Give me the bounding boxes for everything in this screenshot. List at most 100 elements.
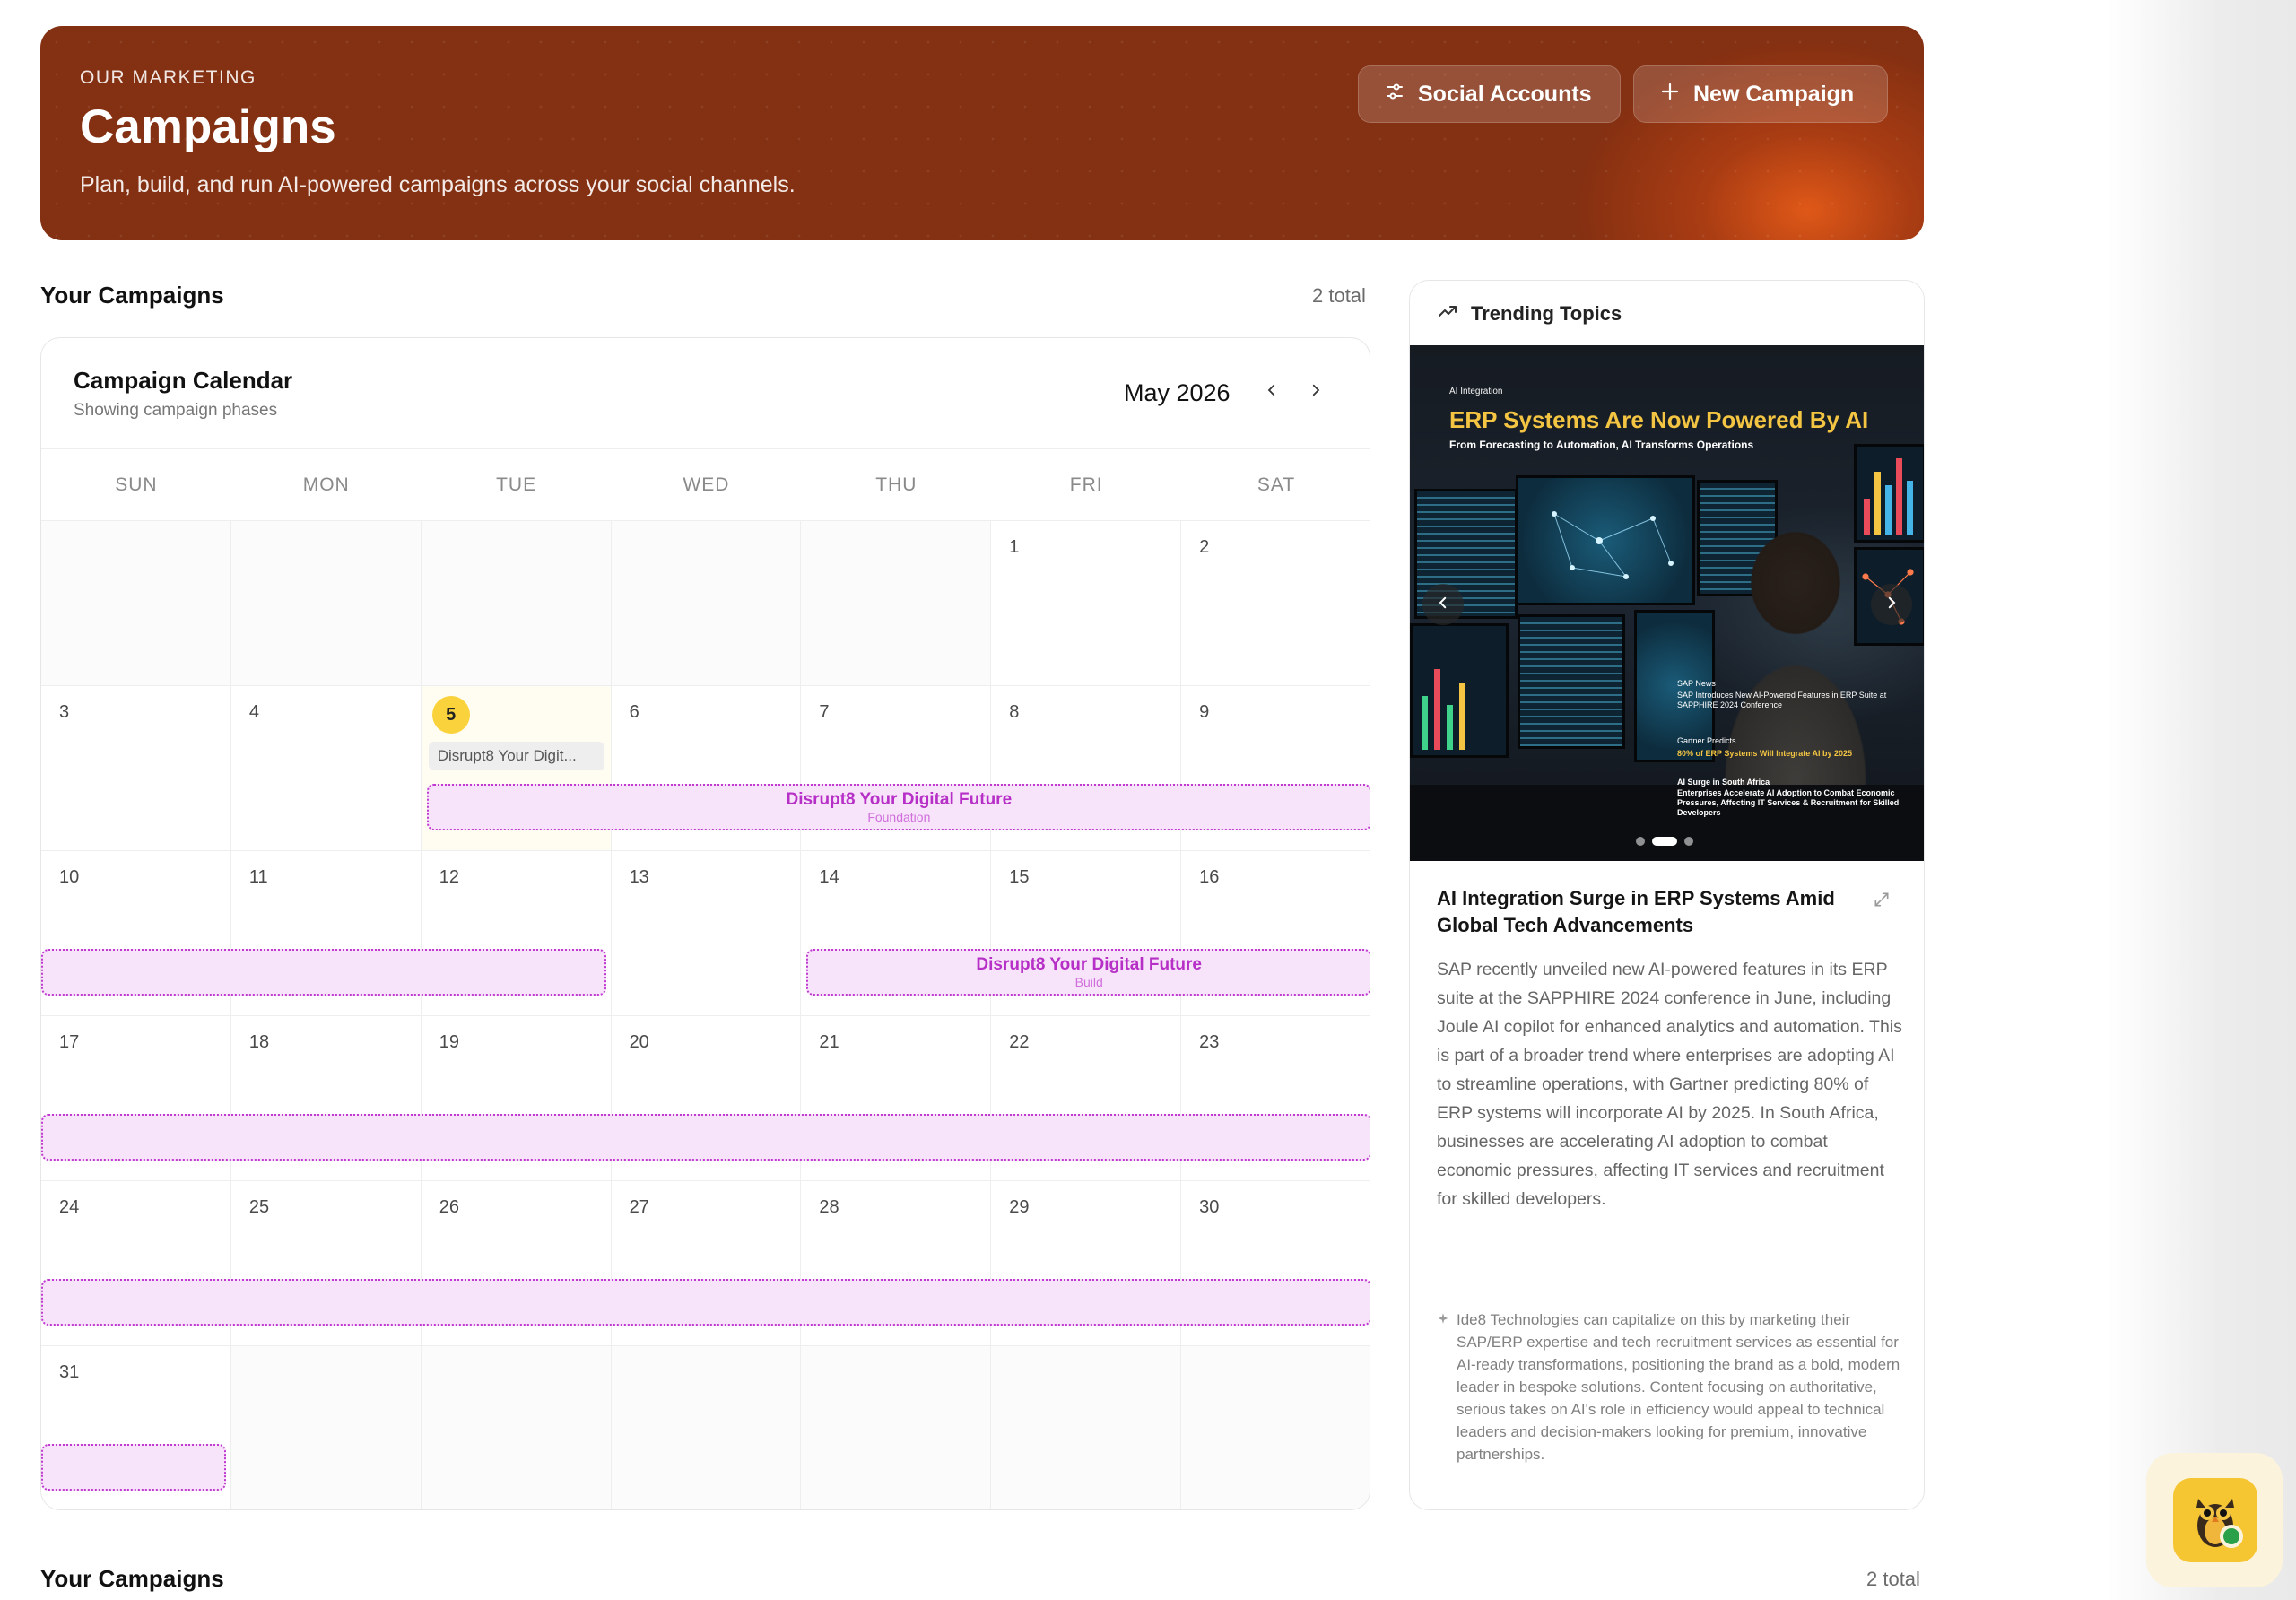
weekday-label: THU [875, 474, 918, 495]
calendar-empty-cell [991, 1346, 1182, 1509]
trending-topics-card: Trending Topics AI Integration ERP Syste… [1409, 280, 1925, 1510]
hero-eyebrow: OUR MARKETING [80, 67, 257, 88]
previous-month-button[interactable] [1257, 378, 1286, 406]
carousel-dot[interactable] [1684, 837, 1693, 846]
day-number: 30 [1199, 1197, 1220, 1217]
carousel-dot[interactable] [1636, 837, 1645, 846]
day-number: 29 [1009, 1197, 1030, 1217]
image-caption-label: SAP News [1677, 679, 1716, 688]
your-campaigns-heading: Your Campaigns [40, 282, 224, 309]
calendar-title: Campaign Calendar [74, 367, 293, 394]
calendar-month: May 2026 [1124, 379, 1231, 406]
calendar-empty-cell [41, 521, 231, 686]
trend-image-carousel[interactable]: AI Integration ERP Systems Are Now Power… [1410, 345, 1924, 861]
day-number: 7 [819, 702, 830, 722]
day-number: 10 [59, 867, 80, 887]
assistant-button[interactable] [2173, 1478, 2257, 1562]
weekday-label: SUN [115, 474, 158, 495]
trending-up-icon [1437, 300, 1458, 326]
weekday-label: TUE [496, 474, 537, 495]
image-caption-label: Gartner Predicts [1677, 736, 1736, 745]
weekday-label: FRI [1069, 474, 1103, 495]
day-number: 6 [629, 702, 639, 722]
day-number: 1 [1009, 537, 1020, 557]
expand-button[interactable] [1873, 891, 1891, 913]
calendar-empty-cell [421, 521, 612, 686]
calendar-grid: 1 2 3 4 5 Disrupt8 Your Digit... 6 7 8 9 10 11 12 13 1… [41, 521, 1370, 1509]
your-campaigns-heading-bottom: Your Campaigns [40, 1565, 224, 1592]
campaign-phase-bar[interactable] [41, 1279, 1370, 1326]
day-number: 24 [59, 1197, 80, 1217]
today-badge: 5 [431, 696, 470, 734]
carousel-dot[interactable] [1652, 837, 1677, 846]
plus-icon [1659, 81, 1681, 109]
weekday-label: SAT [1257, 474, 1296, 495]
day-number: 3 [59, 702, 70, 722]
weekday-label: WED [683, 474, 730, 495]
calendar-subtitle: Showing campaign phases [74, 401, 278, 420]
campaign-phase-bar[interactable]: Disrupt8 Your Digital Future Build [806, 949, 1370, 996]
campaign-phase-bar[interactable] [41, 1114, 1370, 1161]
image-caption-text: Enterprises Accelerate AI Adoption to Co… [1677, 788, 1900, 817]
day-number: 8 [1009, 702, 1020, 722]
trend-summary: SAP recently unveiled new AI-powered fea… [1437, 960, 1902, 1209]
campaign-phase-bar[interactable]: Disrupt8 Your Digital Future Foundation [426, 784, 1370, 830]
calendar-empty-cell [801, 1346, 992, 1509]
weekday-header: SUN MON TUE WED THU FRI SAT [41, 449, 1370, 521]
day-number: 22 [1009, 1032, 1030, 1052]
chevron-left-icon [1435, 595, 1451, 615]
campaign-calendar: Campaign Calendar Showing campaign phase… [40, 337, 1370, 1510]
image-caption-text: 80% of ERP Systems Will Integrate AI by … [1677, 749, 1852, 758]
phase-campaign-name: Disrupt8 Your Digital Future [976, 955, 1202, 974]
calendar-day-cell[interactable]: 4 [230, 686, 422, 851]
phase-label: Foundation [867, 810, 931, 824]
phase-label: Build [1074, 975, 1103, 989]
calendar-header: Campaign Calendar Showing campaign phase… [41, 338, 1370, 449]
day-number: 11 [248, 867, 268, 887]
sliders-icon [1384, 81, 1405, 109]
assistant-widget[interactable] [2146, 1453, 2283, 1587]
sparkle-icon [1437, 1312, 1449, 1465]
day-number: 23 [1199, 1032, 1220, 1052]
image-caption-text: SAP Introduces New AI-Powered Features i… [1677, 691, 1887, 709]
trending-title: Trending Topics [1471, 301, 1622, 325]
calendar-empty-cell [230, 1346, 422, 1509]
image-subheadline: From Forecasting to Automation, AI Trans… [1449, 439, 1754, 451]
image-caption-label: AI Surge in South Africa [1677, 778, 1770, 787]
day-number: 19 [439, 1032, 459, 1052]
image-monitor [1518, 614, 1625, 749]
day-number: 13 [629, 867, 649, 887]
campaign-count: 2 total [1312, 284, 1366, 307]
calendar-empty-cell [421, 1346, 612, 1509]
campaigns-hero: OUR MARKETING Campaigns Plan, build, and… [40, 26, 1924, 240]
campaign-count-bottom: 2 total [1866, 1568, 1920, 1590]
day-number: 12 [439, 867, 459, 887]
page-gutter [2108, 0, 2296, 1600]
day-number: 16 [1199, 867, 1220, 887]
social-accounts-button[interactable]: Social Accounts [1358, 65, 1621, 123]
day-number: 27 [629, 1197, 649, 1217]
calendar-day-cell[interactable]: 3 [41, 686, 231, 851]
calendar-day-cell[interactable]: 2 [1181, 521, 1370, 686]
next-month-button[interactable] [1301, 378, 1330, 406]
day-number: 25 [248, 1197, 270, 1217]
carousel-prev-button[interactable] [1422, 584, 1464, 625]
calendar-empty-cell [230, 521, 422, 686]
calendar-day-cell[interactable]: 13 [611, 851, 802, 1016]
expand-icon [1873, 892, 1891, 912]
image-monitor [1516, 475, 1695, 605]
hero-subtitle: Plan, build, and run AI-powered campaign… [80, 172, 796, 197]
day-number: 17 [59, 1032, 80, 1052]
campaign-event-chip[interactable]: Disrupt8 Your Digit... [428, 742, 604, 770]
chevron-right-icon [1883, 595, 1900, 615]
carousel-next-button[interactable] [1871, 584, 1912, 625]
new-campaign-button[interactable]: New Campaign [1633, 65, 1888, 123]
day-number: 28 [819, 1197, 839, 1217]
day-number: 2 [1199, 537, 1210, 557]
trend-headline: AI Integration Surge in ERP Systems Amid… [1437, 887, 1835, 936]
day-number: 15 [1009, 867, 1030, 887]
day-number: 4 [248, 702, 259, 722]
calendar-day-cell[interactable]: 1 [991, 521, 1182, 686]
campaign-phase-bar[interactable] [41, 949, 606, 996]
campaign-phase-bar[interactable] [41, 1444, 226, 1491]
